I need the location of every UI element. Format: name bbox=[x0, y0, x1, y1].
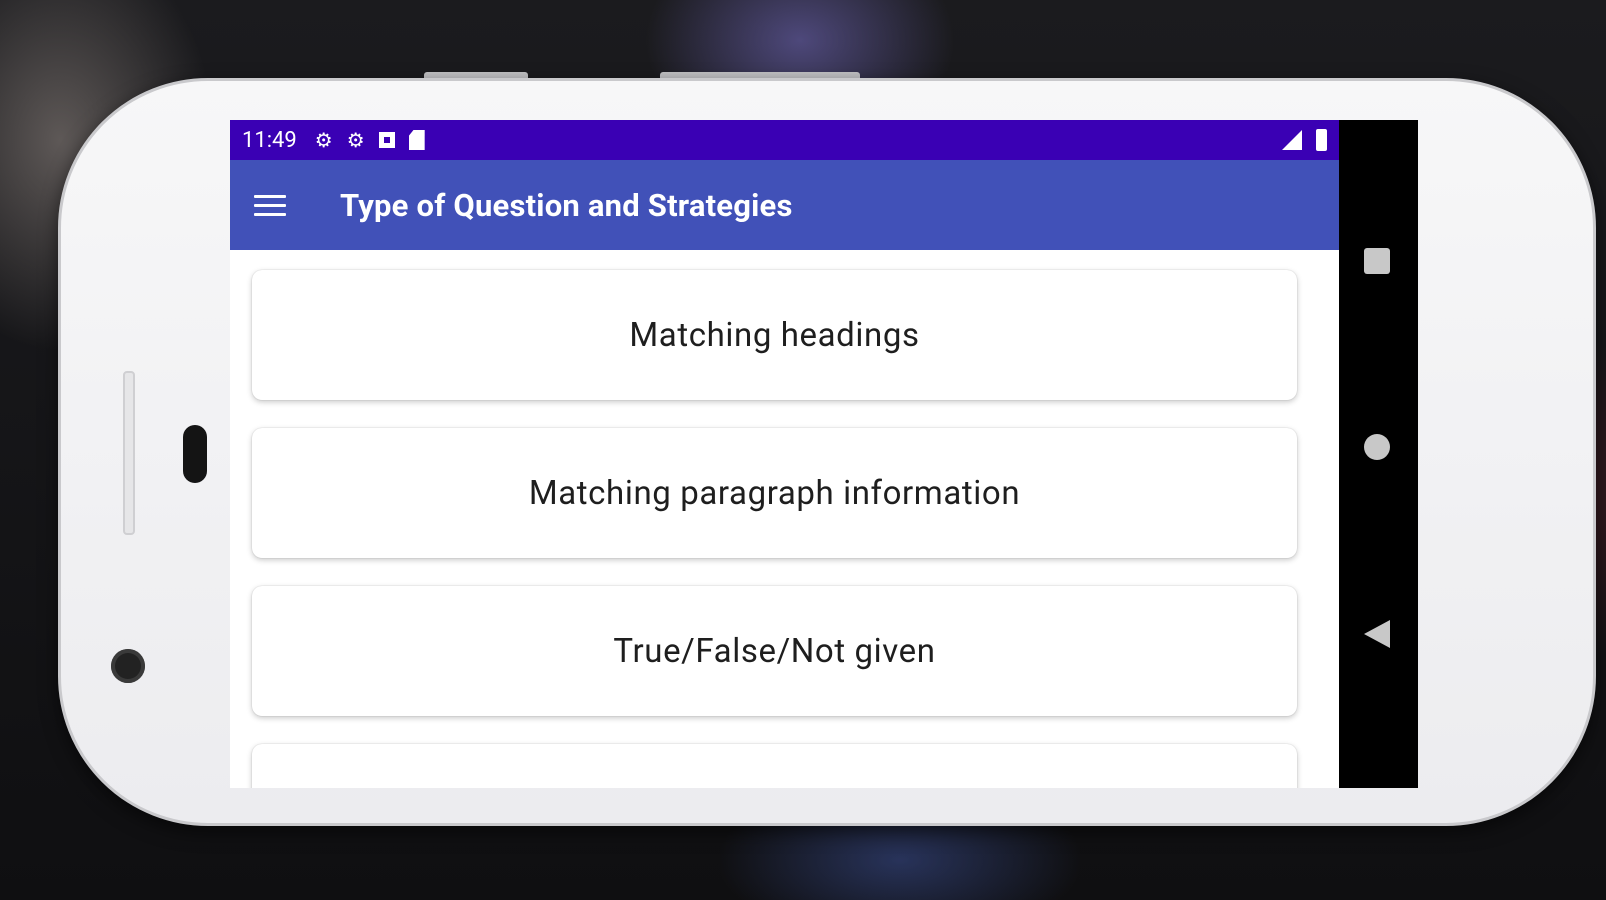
app-bar: Type of Question and Strategies bbox=[230, 160, 1339, 250]
signal-icon bbox=[1282, 130, 1302, 150]
status-bar: 11:49 ⚙ ⚙ bbox=[230, 120, 1339, 160]
phone-speaker bbox=[183, 425, 207, 483]
battery-icon bbox=[1316, 129, 1327, 151]
list-item-label: Matching paragraph information bbox=[528, 473, 1021, 513]
phone-screen: 11:49 ⚙ ⚙ Type of Question and Strategie… bbox=[230, 120, 1418, 788]
navigation-bar bbox=[1339, 120, 1418, 788]
settings-icon: ⚙ bbox=[314, 128, 333, 152]
app-window: 11:49 ⚙ ⚙ Type of Question and Strategie… bbox=[230, 120, 1339, 788]
list-item[interactable]: Matching headings bbox=[252, 270, 1297, 400]
list-item[interactable]: Matching paragraph information bbox=[252, 428, 1297, 558]
status-right-group bbox=[1282, 129, 1327, 151]
settings-icon: ⚙ bbox=[346, 128, 365, 152]
status-time: 11:49 bbox=[242, 127, 297, 153]
app-bar-title: Type of Question and Strategies bbox=[340, 186, 793, 224]
list-item[interactable] bbox=[252, 744, 1297, 788]
list-item[interactable]: True/False/Not given bbox=[252, 586, 1297, 716]
list-item-label: Matching headings bbox=[629, 315, 920, 355]
recent-apps-icon[interactable] bbox=[1364, 248, 1390, 274]
sd-card-icon bbox=[408, 130, 425, 150]
phone-camera bbox=[111, 649, 145, 683]
hamburger-menu-icon[interactable] bbox=[254, 189, 286, 222]
notification-icon bbox=[378, 132, 395, 148]
back-icon[interactable] bbox=[1364, 620, 1390, 648]
home-icon[interactable] bbox=[1364, 434, 1390, 460]
phone-side-slot bbox=[123, 371, 135, 535]
list-item-label: True/False/Not given bbox=[613, 631, 936, 671]
